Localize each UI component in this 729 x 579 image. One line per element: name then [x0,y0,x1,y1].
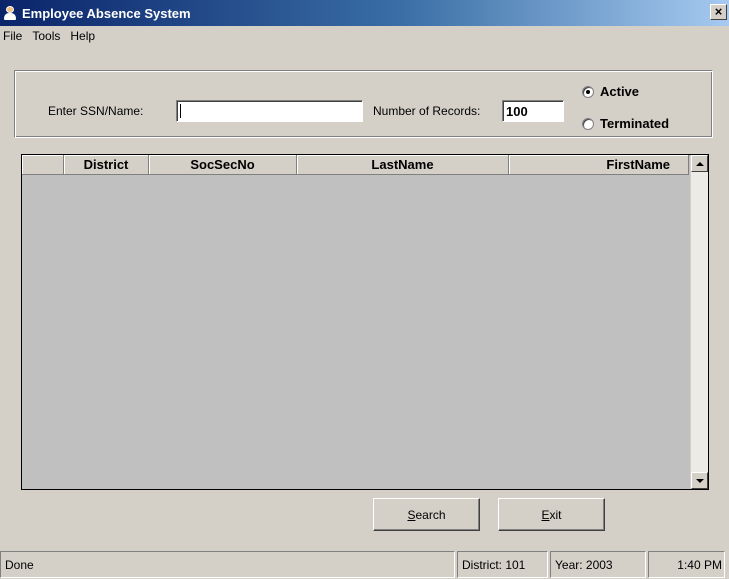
menu-file[interactable]: File [0,29,27,43]
header-firstname[interactable]: FirstName [509,155,689,175]
menu-bar: File Tools Help [0,26,729,46]
ssn-name-input[interactable] [176,100,363,122]
number-of-records-input[interactable]: 100 [502,100,564,122]
results-grid[interactable]: District SocSecNo LastName FirstName [21,154,709,490]
radio-active[interactable]: Active [582,84,639,99]
header-socsecno[interactable]: SocSecNo [149,155,297,175]
header-row-selector[interactable] [22,155,64,175]
radio-terminated-label: Terminated [600,116,670,131]
close-button[interactable]: × [710,4,727,20]
search-button[interactable]: Search [373,498,480,531]
status-district: District: 101 [457,551,548,578]
title-bar: Employee Absence System × [0,0,729,26]
arrow-down-icon [695,478,704,483]
radio-active-label: Active [600,84,640,99]
menu-tools[interactable]: Tools [27,29,65,43]
radio-terminated[interactable]: Terminated [582,116,669,131]
scroll-down-button[interactable] [691,472,708,489]
grid-vertical-scrollbar[interactable] [690,155,708,489]
text-caret [180,104,181,118]
radio-active-button[interactable] [582,85,594,98]
status-message: Done [0,551,455,578]
header-lastname[interactable]: LastName [297,155,509,175]
header-district[interactable]: District [64,155,149,175]
radio-terminated-button[interactable] [582,117,594,130]
scroll-up-button[interactable] [691,155,708,172]
status-time: 1:40 PM [648,551,725,578]
arrow-up-icon [695,161,704,166]
ssn-name-label: Enter SSN/Name: [48,104,144,118]
app-person-icon [3,6,17,20]
window-title: Employee Absence System [22,5,191,21]
status-bar: Done District: 101 Year: 2003 1:40 PM [0,550,729,579]
grid-header: District SocSecNo LastName FirstName [22,155,689,175]
menu-help[interactable]: Help [65,29,100,43]
exit-button[interactable]: Exit [498,498,605,531]
number-of-records-label: Number of Records: [373,104,481,118]
status-year: Year: 2003 [550,551,646,578]
